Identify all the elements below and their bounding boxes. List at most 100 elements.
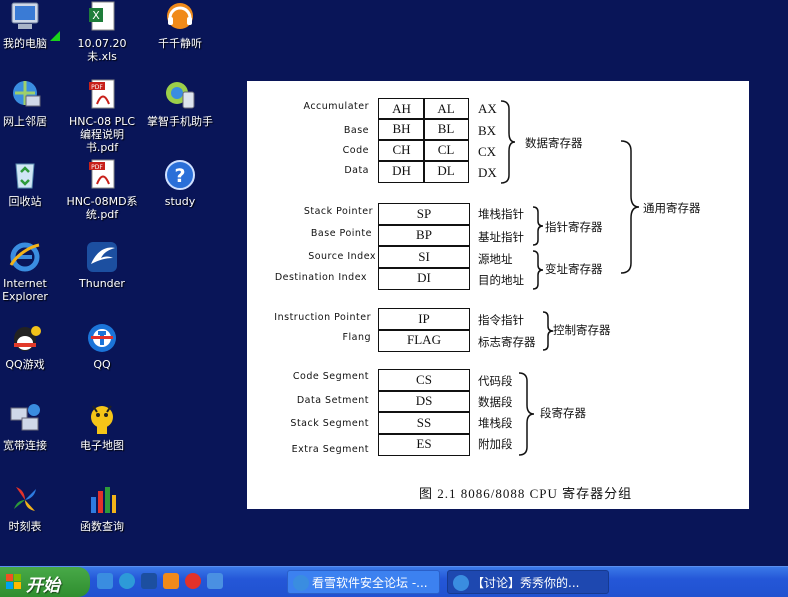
reg-cell-bl: BL xyxy=(423,118,469,141)
function-query-icon xyxy=(91,487,116,513)
qq-icon xyxy=(88,324,116,352)
reg-label-accumulater: Accumulater xyxy=(303,101,369,112)
quicklaunch-ie2-icon[interactable] xyxy=(207,573,223,589)
task-label-kanxue: 看雪软件安全论坛 -... xyxy=(312,576,428,590)
reg-label-cs: Code Segment xyxy=(292,371,369,382)
reg-cell-al: AL xyxy=(423,98,469,120)
thunder-icon xyxy=(87,242,117,272)
desc-ds: 数据段 xyxy=(478,395,513,409)
desc-flag: 标志寄存器 xyxy=(478,335,536,349)
task-button-discussion[interactable]: 【讨论】秀秀你的... xyxy=(447,570,609,594)
quicklaunch-stop-icon[interactable] xyxy=(185,573,201,589)
desktop-icon-phone-assistant[interactable]: 掌智手机助手 xyxy=(142,78,218,128)
reg-label-ds: Data Setment xyxy=(296,395,369,406)
reg-cell-ch: CH xyxy=(378,139,425,162)
reg-label-si: Source Index xyxy=(308,251,376,262)
group-general-registers: 通用寄存器 xyxy=(643,201,701,215)
reg-label-bp: Base Pointe xyxy=(310,228,372,239)
quicklaunch-ie-icon[interactable] xyxy=(97,573,113,589)
quicklaunch-bluetooth-icon[interactable] xyxy=(141,573,157,589)
reg-label-es: Extra Segment xyxy=(291,444,369,455)
ie-icon xyxy=(453,575,469,591)
reg-bx: BX xyxy=(478,123,497,138)
reg-label-code: Code xyxy=(342,145,369,156)
excel-file-icon: X xyxy=(89,1,115,31)
desktop-icon-qq-game[interactable]: QQ游戏 xyxy=(0,321,63,371)
quicklaunch-window-icon[interactable] xyxy=(163,573,179,589)
desc-sp: 堆栈指针 xyxy=(478,207,524,221)
broadband-icon xyxy=(10,404,40,431)
reg-label-ss: Stack Segment xyxy=(290,418,369,429)
reg-label-di: Destination Index xyxy=(274,272,367,283)
windows-logo-icon xyxy=(6,574,21,589)
reg-cell-cs: CS xyxy=(378,369,470,392)
desktop: 我的电脑 网上邻居 回收站 Internet Explorer QQ游戏 宽带连… xyxy=(0,0,788,566)
svg-text:X: X xyxy=(92,9,100,22)
desktop-icon-emap[interactable]: 电子地图 xyxy=(64,402,140,452)
reg-cell-dh: DH xyxy=(378,160,425,183)
figure-caption: 图 2.1 8086/8088 CPU 寄存器分组 xyxy=(419,486,633,501)
desc-ss: 堆栈段 xyxy=(478,416,513,430)
cursor-arrow-icon xyxy=(50,31,60,41)
desktop-icon-function-query[interactable]: 函数查询 xyxy=(64,483,140,533)
desc-bp: 基址指针 xyxy=(478,230,524,244)
desktop-icon-timetable[interactable]: 时刻表 xyxy=(0,483,63,533)
reg-cell-cl: CL xyxy=(423,139,469,162)
brace-general xyxy=(620,140,640,274)
desktop-icon-ttplayer[interactable]: 千千静听 xyxy=(142,0,218,50)
reg-cell-es: ES xyxy=(378,433,470,456)
reg-cell-ds: DS xyxy=(378,390,470,413)
brace-segment xyxy=(518,372,535,456)
reg-label-ip: Instruction Pointer xyxy=(274,312,371,323)
desktop-icon-broadband[interactable]: 宽带连接 xyxy=(0,402,63,452)
my-computer-icon xyxy=(11,2,39,29)
reg-ax: AX xyxy=(478,101,497,116)
reg-label-data: Data xyxy=(344,165,369,176)
task-button-kanxue[interactable]: 看雪软件安全论坛 -... xyxy=(287,570,440,594)
reg-label-base: Base xyxy=(343,125,369,136)
reg-cell-dl: DL xyxy=(423,160,469,183)
desc-si: 源地址 xyxy=(478,252,513,266)
image-viewer: Accumulater Base Code Data AH AL BH BL C… xyxy=(247,81,749,509)
phone-assistant-icon xyxy=(166,82,195,109)
reg-dx: DX xyxy=(478,165,497,180)
pdf-file-icon: PDF xyxy=(89,159,115,189)
desktop-icon-study[interactable]: ? study xyxy=(142,158,218,208)
map-icon xyxy=(91,405,113,434)
timetable-icon xyxy=(14,487,36,511)
desktop-icon-md-pdf[interactable]: PDF HNC-08MD系统.pdf xyxy=(64,158,140,221)
taskbar: 开始 看雪软件安全论坛 -... 【讨论】秀秀你的... xyxy=(0,566,788,597)
reg-cell-ip: IP xyxy=(378,308,470,331)
desc-es: 附加段 xyxy=(478,437,513,451)
quicklaunch-refresh-icon[interactable] xyxy=(119,573,135,589)
svg-text:?: ? xyxy=(174,165,185,187)
desktop-icon-network[interactable]: 网上邻居 xyxy=(0,78,63,128)
desktop-icon-plc-pdf[interactable]: PDF HNC-08 PLC编程说明书.pdf xyxy=(64,78,140,154)
desc-di: 目的地址 xyxy=(478,273,524,287)
reg-cell-sp: SP xyxy=(378,203,470,226)
qq-game-icon xyxy=(14,326,41,351)
desktop-icon-ie[interactable]: Internet Explorer xyxy=(0,240,63,303)
svg-text:PDF: PDF xyxy=(91,164,103,171)
group-segment-registers: 段寄存器 xyxy=(540,406,586,420)
ttplayer-icon xyxy=(167,3,193,29)
task-label-discussion: 【讨论】秀秀你的... xyxy=(472,576,580,590)
ie-icon xyxy=(293,575,309,591)
start-button[interactable]: 开始 xyxy=(0,567,90,597)
reg-cell-ah: AH xyxy=(378,98,425,120)
desktop-icon-recycle-bin[interactable]: 回收站 xyxy=(0,158,63,208)
reg-cell-si: SI xyxy=(378,245,470,269)
group-control-registers: 控制寄存器 xyxy=(553,323,611,337)
recycle-bin-icon xyxy=(15,163,35,189)
register-diagram: Accumulater Base Code Data AH AL BH BL C… xyxy=(247,81,749,509)
start-label: 开始 xyxy=(26,576,60,596)
svg-text:PDF: PDF xyxy=(91,84,103,91)
reg-cell-ss: SS xyxy=(378,411,470,435)
desktop-icon-qq[interactable]: QQ xyxy=(64,321,140,371)
brace-index xyxy=(532,250,544,290)
desc-cs: 代码段 xyxy=(478,374,513,388)
desktop-icon-thunder[interactable]: Thunder xyxy=(64,240,140,290)
reg-cell-flag: FLAG xyxy=(378,329,470,352)
help-icon: ? xyxy=(165,160,195,190)
desktop-icon-xls-file[interactable]: X 10.07.20未.xls xyxy=(64,0,140,63)
